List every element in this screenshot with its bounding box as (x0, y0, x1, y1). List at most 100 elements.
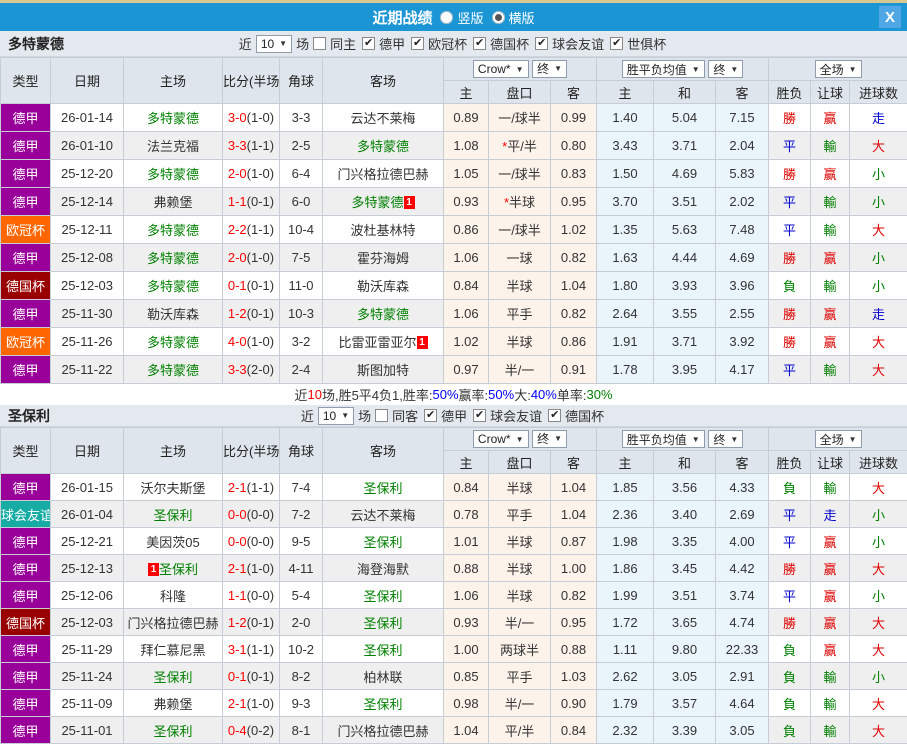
team-name: 多特蒙德 (146, 363, 199, 378)
team-name: 勒沃库森 (146, 307, 199, 322)
away-team: 多特蒙德 1 (322, 187, 444, 216)
result-wdl: 平 (768, 187, 812, 216)
select-match-count[interactable]: 10 ▼ (255, 34, 293, 53)
fulltime-score: 0-0 (227, 506, 247, 522)
odds-away: 1.04 (550, 500, 597, 528)
odds-group-header: Crow* ▼ 终 ▼ (443, 427, 597, 451)
layout-radio-vertical[interactable]: 竖版 (440, 8, 484, 27)
select-avg-time[interactable]: 终 ▼ (708, 430, 744, 448)
result-goals: 小 (849, 500, 907, 528)
avg-away: 2.04 (714, 131, 770, 160)
halftime-score: (1-0) (246, 695, 275, 711)
odds-home: 0.97 (443, 355, 489, 384)
checkbox-checked[interactable]: ✔ (473, 37, 487, 50)
odds-group-header: Crow* ▼ 终 ▼ (443, 57, 597, 81)
select-avg-type[interactable]: 胜平负均值 ▼ (621, 60, 705, 78)
filter-suffix-label: 场 (296, 37, 310, 52)
result-wdl: 勝 (768, 554, 812, 582)
avg-away: 2.69 (714, 500, 770, 528)
checkbox-checked[interactable]: ✔ (424, 409, 438, 422)
competition-badge: 德甲 (0, 527, 51, 555)
checkbox-checked[interactable]: ✔ (610, 37, 624, 50)
team-name: 美因茨05 (146, 534, 200, 550)
corner-count: 10-2 (279, 635, 323, 663)
result-wdl: 負 (768, 716, 812, 744)
chevron-down-icon: ▼ (848, 64, 857, 74)
away-team: 波杜基林特 (322, 215, 444, 244)
result-goals: 小 (849, 187, 907, 216)
table-header: 类型 日期 主场 比分(半场) 角球 客场 Crow* ▼ 终 ▼ 胜平负均值 ▼ 终 ▼ 全场 ▼ 主盘口… (0, 427, 907, 474)
match-date: 25-11-26 (50, 327, 124, 356)
chevron-down-icon: ▼ (554, 64, 563, 74)
avg-draw: 3.45 (653, 554, 716, 582)
checkbox-checked[interactable]: ✔ (411, 37, 425, 50)
checkbox-unchecked[interactable] (313, 37, 327, 50)
select-match-count[interactable]: 10 ▼ (317, 406, 355, 425)
corner-count: 11-0 (279, 271, 323, 300)
table-row: 德甲 26-01-15 沃尔夫斯堡 2-1(1-1) 7-4 圣保利 0.84 半球 1.04 1… (0, 473, 907, 501)
select-result-scope[interactable]: 全场 ▼ (814, 430, 862, 448)
team-name: 沃尔夫斯堡 (140, 480, 206, 496)
close-icon[interactable]: X (879, 6, 901, 28)
select-odds-time[interactable]: 终 ▼ (532, 59, 568, 78)
table-row: 德甲 25-11-09 弗赖堡 2-1(1-0) 9-3 圣保利 0.98 半/一 0.90 1.… (0, 689, 907, 717)
away-team: 海登海默 (322, 554, 444, 582)
match-date: 25-12-20 (50, 159, 124, 188)
score: 3-0(1-0) (222, 103, 280, 132)
sub-col-header: 进球数 (849, 80, 907, 104)
checkbox-checked[interactable]: ✔ (548, 409, 562, 422)
handicap-line: 半球 (488, 527, 551, 555)
avg-home: 1.99 (596, 581, 654, 609)
avg-home: 1.98 (596, 527, 654, 555)
team-name: 多特蒙德 (146, 251, 199, 266)
handicap-line: 半球 (488, 473, 551, 501)
fulltime-score: 2-0 (227, 250, 247, 265)
match-date: 25-12-21 (50, 527, 124, 555)
match-date: 25-11-30 (50, 299, 124, 328)
select-odds-time[interactable]: 终 ▼ (532, 429, 568, 448)
competition-badge: 德国杯 (0, 608, 51, 636)
table-row: 德甲 25-11-29 拜仁慕尼黑 3-1(1-1) 10-2 圣保利 1.00 两球半 0.8… (0, 635, 907, 663)
checkbox-label: 欧冠杯 (428, 37, 468, 52)
radio-selected-icon[interactable] (491, 10, 505, 24)
team-name: 多特蒙德 (351, 195, 404, 210)
avg-home: 3.70 (596, 187, 654, 216)
radio-icon[interactable] (440, 10, 454, 24)
away-team: 圣保利 (322, 527, 444, 555)
result-wdl: 負 (768, 662, 812, 690)
corner-count: 5-4 (279, 581, 323, 609)
result-handicap: 赢 (810, 635, 851, 663)
select-bookmaker[interactable]: Crow* ▼ (472, 60, 529, 79)
result-wdl: 勝 (768, 159, 812, 188)
select-bookmaker[interactable]: Crow* ▼ (472, 430, 529, 449)
handicap-line: 半球 (488, 581, 551, 609)
avg-home: 1.86 (596, 554, 654, 582)
home-team: 勒沃库森 (123, 299, 223, 328)
select-avg-type[interactable]: 胜平负均值 ▼ (621, 430, 705, 448)
home-team: 圣保利 (123, 716, 223, 744)
home-team: 多特蒙德 (123, 271, 223, 300)
score: 3-1(1-1) (222, 635, 280, 663)
fulltime-score: 2-1 (227, 479, 247, 495)
checkbox-checked[interactable]: ✔ (362, 37, 376, 50)
team-name: 圣保利 (363, 588, 403, 604)
select-avg-time[interactable]: 终 ▼ (708, 60, 744, 78)
chevron-down-icon: ▼ (341, 411, 350, 420)
halftime-score: (1-1) (246, 479, 275, 495)
odds-home: 0.84 (443, 271, 489, 300)
checkbox-checked[interactable]: ✔ (473, 409, 487, 422)
fulltime-score: 3-3 (227, 138, 247, 153)
home-team: 门兴格拉德巴赫 (123, 608, 223, 636)
team-name: 门兴格拉德巴赫 (127, 615, 219, 631)
checkbox-checked[interactable]: ✔ (535, 37, 549, 50)
checkbox-unchecked[interactable] (375, 409, 389, 422)
sub-col-header: 客 (550, 450, 597, 474)
avg-home: 1.78 (596, 355, 654, 384)
odds-away: 1.00 (550, 554, 597, 582)
checkbox-label: 球会友谊 (490, 409, 543, 424)
layout-radio-horizontal[interactable]: 横版 (491, 8, 535, 27)
select-result-scope[interactable]: 全场 ▼ (814, 60, 862, 78)
team-name: 拜仁慕尼黑 (140, 642, 206, 658)
summary-segment: 30% (586, 387, 613, 402)
team-name: 圣保利 (153, 723, 193, 739)
